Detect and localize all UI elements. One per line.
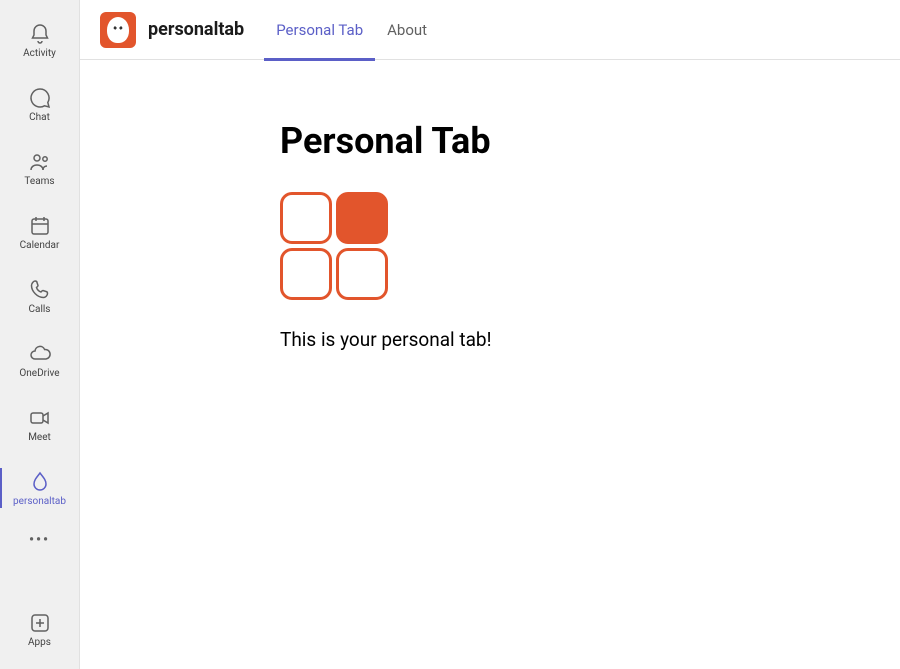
tab-label: About [387,21,427,39]
teams-icon [28,150,52,174]
rail-label: OneDrive [19,368,59,379]
calendar-icon [28,214,52,238]
rail-label: Chat [29,112,50,123]
tab-personal-tab[interactable]: Personal Tab [264,0,375,60]
bell-icon [28,22,52,46]
rail-label: Calendar [20,240,60,251]
rail-meet[interactable]: Meet [0,392,80,456]
phone-icon [28,278,52,302]
rail-label: Calls [29,304,51,315]
rail-calendar[interactable]: Calendar [0,200,80,264]
rail-chat[interactable]: Chat [0,72,80,136]
apps-icon [28,611,52,635]
chat-icon [28,86,52,110]
rail-personaltab[interactable]: personaltab [0,456,80,520]
tab-about[interactable]: About [375,0,439,60]
app-icon [100,12,136,48]
tab-bar: Personal Tab About [264,0,439,60]
more-icon: ••• [29,532,50,548]
rail-calls[interactable]: Calls [0,264,80,328]
video-icon [28,406,52,430]
top-bar: personaltab Personal Tab About [80,0,900,60]
rail-activity[interactable]: Activity [0,8,80,72]
app-title: personaltab [148,19,244,40]
main-area: personaltab Personal Tab About Personal … [80,0,900,669]
rail-apps[interactable]: Apps [0,597,80,661]
rail-teams[interactable]: Teams [0,136,80,200]
rail-label: Teams [24,176,54,187]
content-description: This is your personal tab! [280,328,900,351]
drop-icon [28,470,52,494]
rail-label: Apps [28,637,51,648]
content-heading: Personal Tab [280,120,900,162]
rail-label: Activity [23,48,56,59]
cloud-icon [28,342,52,366]
app-rail: Activity Chat Teams Calendar Calls OneDr… [0,0,80,669]
logo-graphic [280,192,388,304]
tab-content: Personal Tab This is your personal tab! [80,60,900,351]
rail-label: personaltab [13,496,66,507]
tab-label: Personal Tab [276,21,363,39]
logo-square [336,248,388,300]
rail-onedrive[interactable]: OneDrive [0,328,80,392]
logo-square [336,192,388,244]
rail-more[interactable]: ••• [0,520,80,560]
logo-square [280,248,332,300]
rail-label: Meet [28,432,51,443]
logo-square [280,192,332,244]
